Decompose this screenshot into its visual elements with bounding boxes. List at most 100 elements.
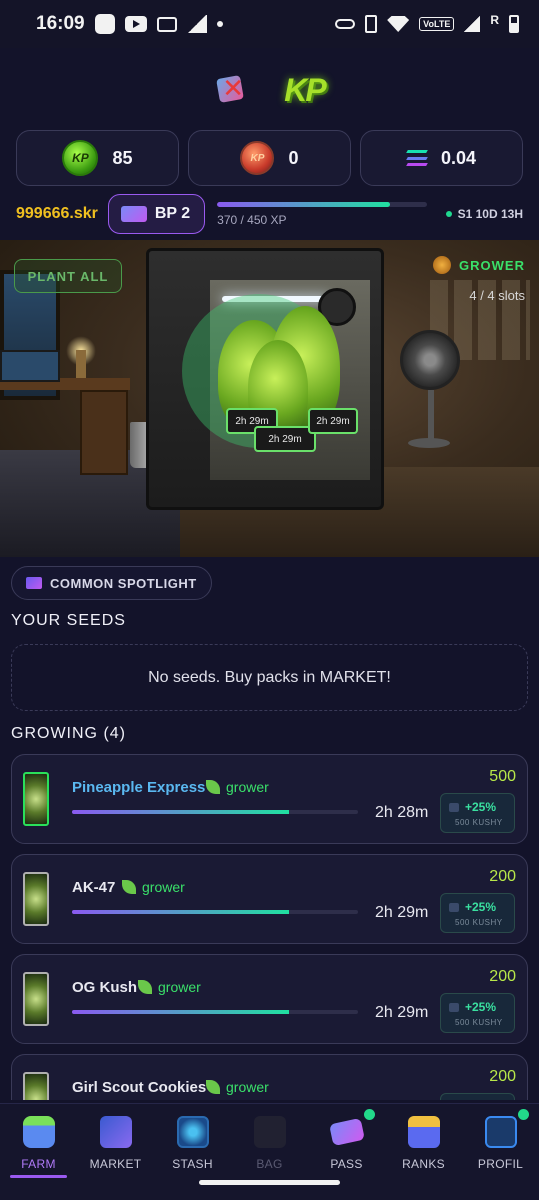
- pot-timer[interactable]: 2h 29m: [254, 426, 316, 452]
- kp-logo: KP: [284, 71, 326, 108]
- home-indicator[interactable]: [199, 1180, 340, 1185]
- solana-icon: [406, 150, 428, 166]
- nav-item-profil[interactable]: PROFIL: [462, 1104, 539, 1180]
- leaf-icon: [206, 780, 220, 794]
- currency-card-kp[interactable]: KP 85: [16, 130, 179, 186]
- yield-amount: 200: [489, 868, 516, 885]
- nav-item-market[interactable]: MARKET: [77, 1104, 154, 1180]
- role-text: GROWER: [459, 257, 525, 273]
- nav-item-stash[interactable]: STASH: [154, 1104, 231, 1180]
- lamp-illustration: [76, 350, 86, 378]
- grower-badge-icon: [433, 256, 452, 274]
- notification-dot: [364, 1109, 375, 1120]
- youtube-icon: [124, 16, 147, 32]
- xp-text: 370 / 450 XP: [217, 212, 287, 227]
- notification-icons: [94, 14, 223, 34]
- notification-dot: [518, 1109, 529, 1120]
- nav-label: MARKET: [89, 1157, 142, 1171]
- bag-icon: [253, 1116, 286, 1148]
- grower-tag: grower: [206, 779, 269, 795]
- stash-icon: [176, 1116, 209, 1148]
- strain-name: AK-47: [72, 879, 116, 896]
- growing-title: GROWING (4): [11, 725, 126, 742]
- profile-icon: [484, 1116, 517, 1148]
- nav-label: PASS: [330, 1157, 363, 1171]
- strain-name: OG Kush: [72, 979, 138, 996]
- time-remaining: 2h 29m: [375, 904, 429, 921]
- tag-text: grower: [226, 779, 269, 795]
- boost-value: +25%: [465, 1000, 497, 1014]
- laptop-illustration: [0, 350, 60, 382]
- currency-card-sol[interactable]: 0.04: [360, 130, 523, 186]
- boost-percent: +25%: [449, 1000, 496, 1014]
- boost-percent: +25%: [449, 800, 496, 814]
- nav-item-bag[interactable]: BAG: [231, 1104, 308, 1180]
- spotlight-chip[interactable]: COMMON SPOTLIGHT: [11, 566, 212, 600]
- vibrate-icon: [365, 15, 378, 33]
- leaf-icon: [122, 880, 136, 894]
- kp-coin-icon: KP: [62, 140, 99, 176]
- sound-muted-icon[interactable]: ✕: [214, 73, 250, 107]
- growing-card[interactable]: AK-47 grower 2h 29m 200 +25% 500 KUSHY: [11, 854, 528, 944]
- slots-count: 4 / 4 slots: [469, 288, 525, 303]
- nav-label: PROFIL: [477, 1157, 524, 1171]
- grower-tag: grower: [138, 979, 201, 995]
- growing-card[interactable]: OG Kush grower 2h 29m 200 +25% 500 KUSHY: [11, 954, 528, 1044]
- yield-amount: 500: [489, 768, 516, 785]
- pass-icon: [328, 1117, 365, 1147]
- active-tab-indicator: [10, 1175, 67, 1178]
- grower-tag: grower: [206, 1079, 269, 1095]
- player-info-row: 999666.skr BP 2 370 / 450 XP S1 10D 13H: [16, 194, 523, 234]
- growing-card[interactable]: Pineapple Express grower 2h 28m 500 +25% 500 …: [11, 754, 528, 844]
- currency-card-red[interactable]: KP 0: [188, 130, 351, 186]
- boost-icon: [449, 902, 459, 912]
- boost-icon: [449, 802, 459, 812]
- seeds-empty-state: No seeds. Buy packs in MARKET!: [11, 644, 528, 711]
- status-time: 16:09: [36, 13, 85, 34]
- leaf-icon: [138, 980, 152, 994]
- pot-timer[interactable]: 2h 29m: [308, 408, 358, 434]
- cell-signal-icon: [464, 16, 481, 32]
- nav-item-pass[interactable]: PASS: [308, 1104, 385, 1180]
- bottom-navigation: FARM MARKET STASH BAG PASS RANKS PROFIL: [0, 1103, 539, 1200]
- growth-progress-bar: [72, 1010, 358, 1014]
- seeds-title: YOUR SEEDS: [11, 612, 126, 629]
- season-live-dot: [445, 211, 452, 217]
- growth-progress-fill: [72, 1010, 290, 1014]
- roaming-indicator: R: [490, 13, 499, 27]
- yield-amount: 200: [489, 1068, 516, 1085]
- leaf-icon: [206, 1080, 220, 1094]
- nav-label: FARM: [21, 1157, 56, 1171]
- yield-amount: 200: [489, 968, 516, 985]
- bp-level: BP 2: [154, 205, 191, 222]
- volte-indicator: VoLTE: [419, 17, 455, 31]
- strain-name: Girl Scout Cookies: [72, 1079, 207, 1096]
- growing-card[interactable]: Girl Scout Cookiesgrower2h 29m200+25%500…: [11, 1054, 528, 1100]
- boost-button[interactable]: +25%500 KUSHY: [440, 893, 515, 933]
- nav-item-farm[interactable]: FARM: [0, 1104, 77, 1180]
- currency-value: 85: [112, 147, 133, 168]
- wallet-name[interactable]: 999666.skr: [16, 205, 98, 223]
- status-bar: 16:09 VoLTE R: [0, 0, 539, 48]
- time-remaining: 2h 29m: [375, 1004, 429, 1021]
- tag-text: grower: [142, 879, 185, 895]
- growth-progress-bar: [72, 810, 358, 814]
- boost-cost: 500 KUSHY: [455, 918, 503, 927]
- boost-button[interactable]: +25%500 KUSHY: [440, 993, 515, 1033]
- nav-item-ranks[interactable]: RANKS: [385, 1104, 462, 1180]
- currency-value: 0.04: [440, 147, 477, 168]
- xp-bar: [217, 201, 428, 207]
- market-icon: [99, 1116, 132, 1148]
- nav-label: RANKS: [402, 1157, 445, 1171]
- strain-card-thumbnail: [23, 772, 49, 826]
- grower-tag: grower: [122, 879, 185, 895]
- growth-progress-fill: [72, 910, 290, 914]
- plant-all-button[interactable]: PLANT ALL: [14, 259, 122, 293]
- wallet-notification-icon: [156, 16, 177, 32]
- xp-progress: 370 / 450 XP: [217, 201, 428, 227]
- boost-button[interactable]: +25%500 KUSHY: [440, 793, 515, 833]
- strain-card-thumbnail: [23, 972, 49, 1026]
- boost-button[interactable]: +25%500 KUSHY: [440, 1093, 515, 1100]
- red-coin-icon: KP: [240, 141, 275, 175]
- battle-pass-badge[interactable]: BP 2: [107, 194, 206, 234]
